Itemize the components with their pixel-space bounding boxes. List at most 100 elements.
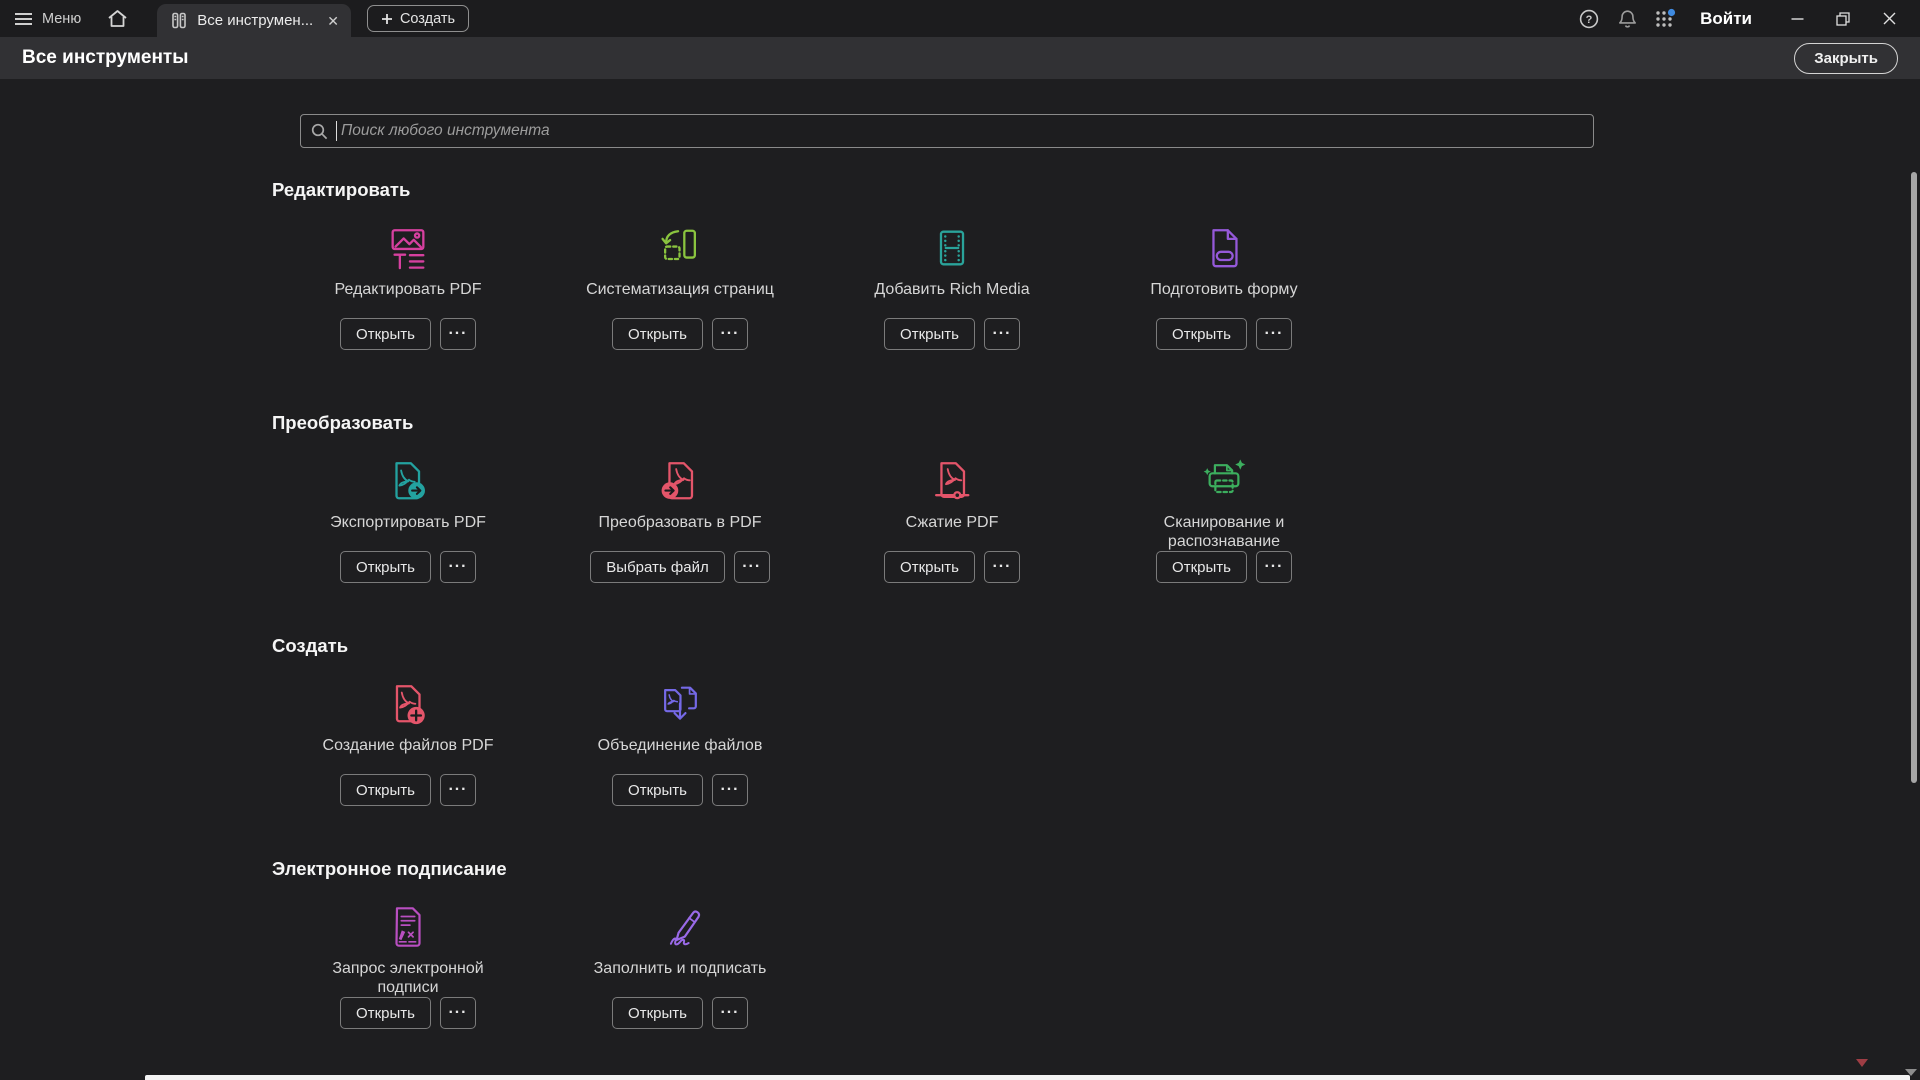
tool-label: Запрос электронной подписи (310, 960, 506, 997)
export-pdf-icon (385, 458, 431, 504)
tool-label: Подготовить форму (1150, 281, 1297, 300)
open-button[interactable]: Открыть (612, 318, 703, 350)
section-title: Создать (272, 635, 1920, 657)
open-button[interactable]: Открыть (1156, 318, 1247, 350)
create-label: Создать (400, 11, 455, 27)
tab-all-tools[interactable]: Все инструмен... ✕ (157, 4, 351, 37)
tool-label: Экспортировать PDF (330, 514, 486, 533)
tool-scan-ocr[interactable]: Сканирование и распознавание Открыть ··· (1088, 458, 1360, 583)
titlebar: Меню Все инструмен... ✕ Создать ? (0, 0, 1920, 37)
tool-fill-sign[interactable]: Заполнить и подписать Открыть ··· (544, 904, 816, 1029)
apps-grid-button[interactable] (1646, 0, 1684, 37)
tools-row: Редактировать PDF Открыть ··· (272, 225, 1920, 350)
window-restore-button[interactable] (1820, 0, 1866, 37)
open-button[interactable]: Открыть (340, 997, 431, 1029)
scan-ocr-icon (1201, 458, 1247, 504)
notification-dot (1668, 8, 1675, 15)
create-button[interactable]: Создать (367, 5, 469, 32)
open-button[interactable]: Открыть (884, 551, 975, 583)
tool-prepare-form[interactable]: Подготовить форму Открыть ··· (1088, 225, 1360, 350)
page-header: Все инструменты Закрыть (0, 37, 1920, 79)
tool-label: Редактировать PDF (335, 281, 482, 300)
all-tools-icon (171, 12, 187, 29)
tool-organize-pages[interactable]: Систематизация страниц Открыть ··· (544, 225, 816, 350)
window-close-button[interactable] (1866, 0, 1912, 37)
open-button[interactable]: Открыть (340, 551, 431, 583)
content: Редактировать Редактировать PDF (0, 79, 1920, 1080)
scrollbar-thumb[interactable] (1911, 172, 1917, 783)
open-button[interactable]: Открыть (612, 774, 703, 806)
tool-request-esign[interactable]: Запрос электронной подписи Открыть ··· (272, 904, 544, 1029)
tool-sections: Редактировать Редактировать PDF (0, 79, 1920, 1080)
more-options-button[interactable]: ··· (734, 551, 770, 583)
open-button[interactable]: Открыть (1156, 551, 1247, 583)
search-input[interactable] (341, 115, 1593, 147)
prepare-form-icon (1201, 225, 1247, 271)
notifications-button[interactable] (1608, 0, 1646, 37)
svg-text:?: ? (1586, 14, 1593, 26)
tool-label: Сканирование и распознавание (1126, 514, 1322, 551)
restore-icon (1836, 12, 1850, 26)
bottom-bar (145, 1075, 1910, 1080)
search-bar (300, 114, 1594, 148)
section-convert: Преобразовать Экспортировать PDF Открыть (272, 412, 1920, 583)
tool-create-pdf[interactable]: Создание файлов PDF Открыть ··· (272, 681, 544, 806)
apps-grid-icon (1653, 8, 1677, 30)
create-pdf-icon (385, 681, 431, 727)
menu-button[interactable]: Меню (0, 0, 95, 37)
section-title: Редактировать (272, 179, 1920, 201)
home-button[interactable] (95, 0, 139, 37)
tool-label: Систематизация страниц (586, 281, 774, 300)
window-minimize-button[interactable] (1774, 0, 1820, 37)
close-page-button[interactable]: Закрыть (1794, 43, 1898, 74)
titlebar-left: Меню Все инструмен... ✕ Создать (0, 0, 469, 37)
help-button[interactable]: ? (1570, 0, 1608, 37)
choose-file-button[interactable]: Выбрать файл (590, 551, 724, 583)
tool-compress-pdf[interactable]: Сжатие PDF Открыть ··· (816, 458, 1088, 583)
tool-combine-files[interactable]: Объединение файлов Открыть ··· (544, 681, 816, 806)
more-options-button[interactable]: ··· (440, 551, 476, 583)
help-icon: ? (1579, 9, 1599, 29)
tool-label: Объединение файлов (598, 737, 763, 756)
more-options-button[interactable]: ··· (1256, 318, 1292, 350)
tool-label: Заполнить и подписать (594, 960, 767, 979)
tool-rich-media[interactable]: Добавить Rich Media Открыть ··· (816, 225, 1088, 350)
scroll-indicator-icon[interactable] (1856, 1059, 1868, 1067)
section-esign: Электронное подписание Запрос электронно… (272, 858, 1920, 1029)
minimize-icon (1791, 12, 1804, 25)
more-options-button[interactable]: ··· (1256, 551, 1292, 583)
rich-media-icon (929, 225, 975, 271)
fill-sign-icon (657, 904, 703, 950)
compress-pdf-icon (929, 458, 975, 504)
tab-close-icon[interactable]: ✕ (327, 14, 339, 28)
open-button[interactable]: Открыть (612, 997, 703, 1029)
more-options-button[interactable]: ··· (440, 997, 476, 1029)
tool-label: Преобразовать в PDF (599, 514, 762, 533)
close-icon (1883, 12, 1896, 25)
more-options-button[interactable]: ··· (712, 774, 748, 806)
more-options-button[interactable]: ··· (984, 551, 1020, 583)
section-edit: Редактировать Редактировать PDF (272, 179, 1920, 350)
more-options-button[interactable]: ··· (712, 318, 748, 350)
open-button[interactable]: Открыть (340, 774, 431, 806)
open-button[interactable]: Открыть (340, 318, 431, 350)
tool-edit-pdf[interactable]: Редактировать PDF Открыть ··· (272, 225, 544, 350)
more-options-button[interactable]: ··· (712, 997, 748, 1029)
page-title: Все инструменты (22, 47, 188, 69)
text-caret (336, 121, 337, 141)
home-icon (107, 9, 128, 28)
open-button[interactable]: Открыть (884, 318, 975, 350)
tool-convert-to-pdf[interactable]: Преобразовать в PDF Выбрать файл ··· (544, 458, 816, 583)
search-icon (311, 123, 328, 140)
more-options-button[interactable]: ··· (440, 318, 476, 350)
convert-to-pdf-icon (657, 458, 703, 504)
section-title: Электронное подписание (272, 858, 1920, 880)
signin-button[interactable]: Войти (1684, 9, 1774, 29)
titlebar-right: ? Войти (1570, 0, 1920, 37)
more-options-button[interactable]: ··· (440, 774, 476, 806)
section-title: Преобразовать (272, 412, 1920, 434)
hamburger-icon (14, 12, 33, 26)
more-options-button[interactable]: ··· (984, 318, 1020, 350)
tool-export-pdf[interactable]: Экспортировать PDF Открыть ··· (272, 458, 544, 583)
edit-pdf-icon (385, 225, 431, 271)
